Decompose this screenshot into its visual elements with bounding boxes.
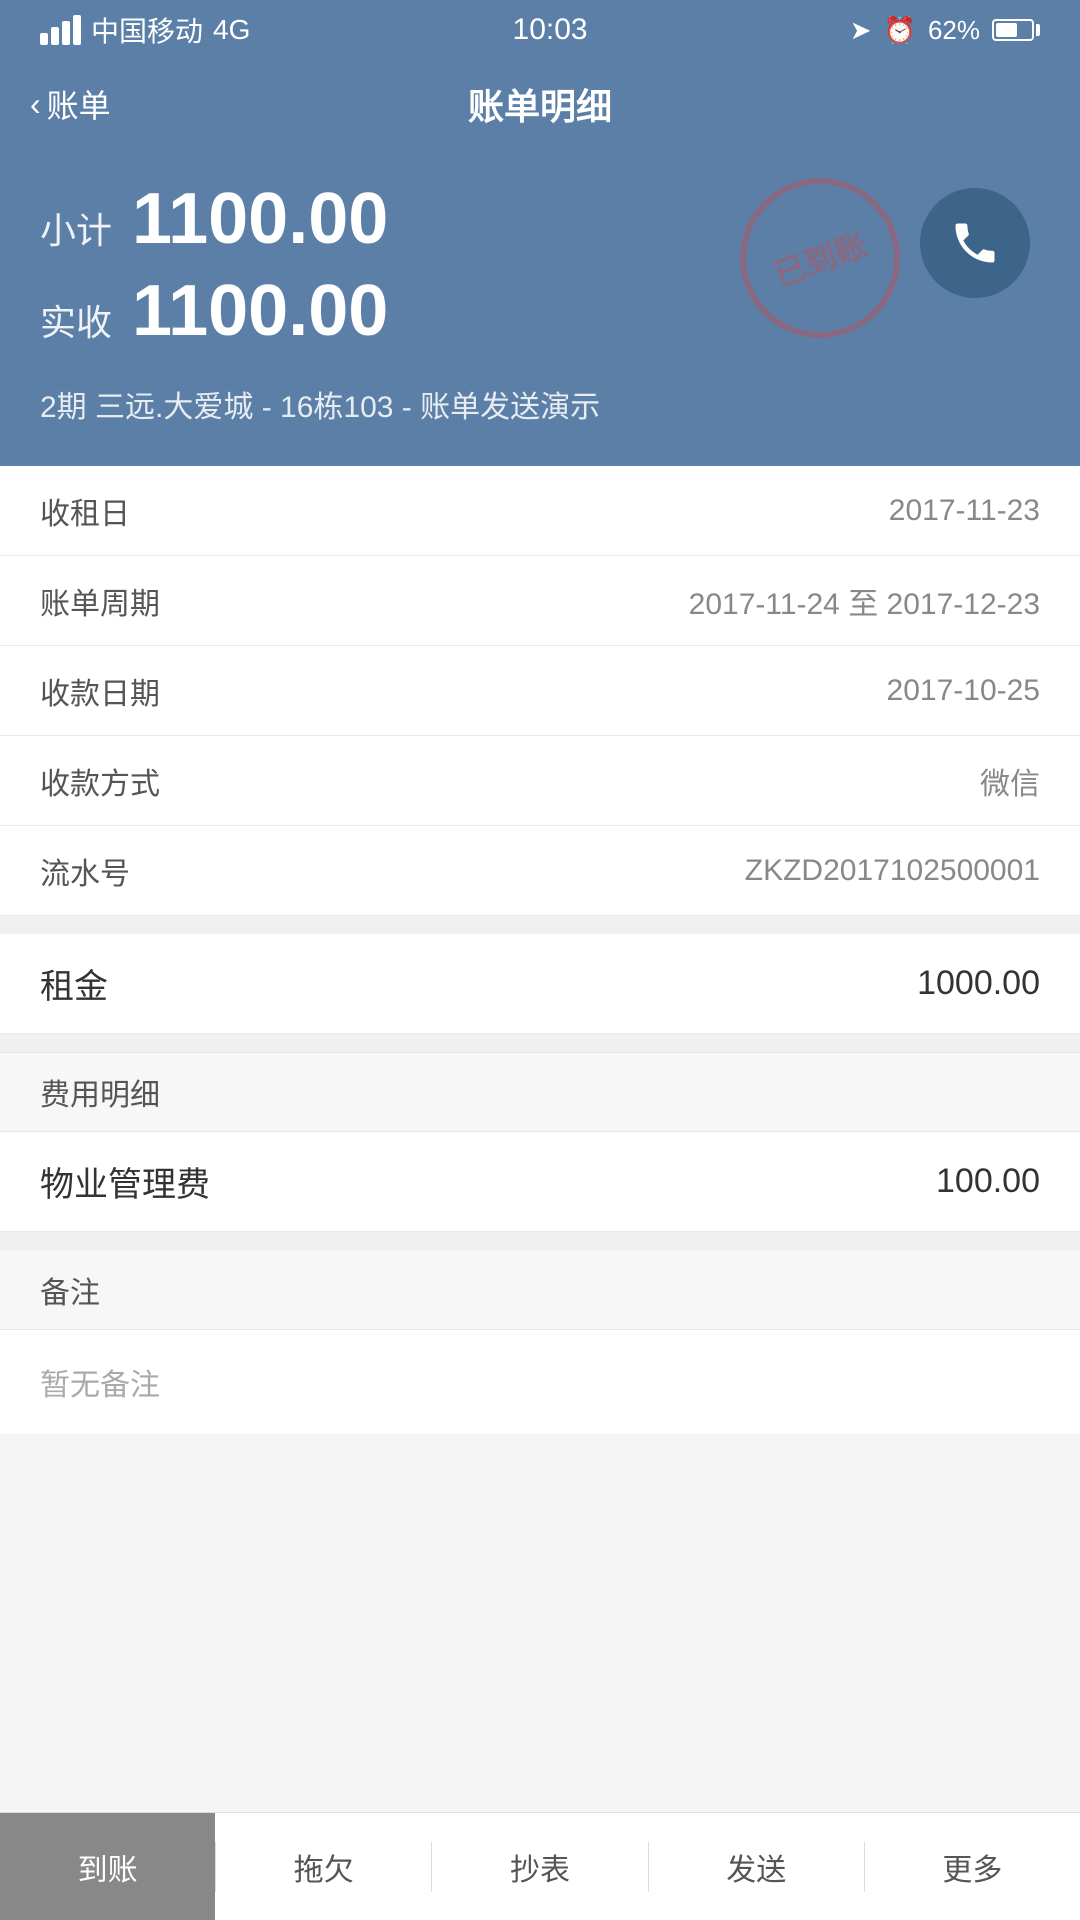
network-label: 4G xyxy=(213,14,250,46)
payment-date-value: 2017-10-25 xyxy=(887,674,1040,708)
back-label: 账单 xyxy=(47,81,111,127)
payment-method-value: 微信 xyxy=(980,759,1040,803)
status-left: 中国移动 4G xyxy=(40,10,250,50)
status-bar: 中国移动 4G 10:03 ➤ ⏰ 62% xyxy=(0,0,1080,60)
payment-date-label: 收款日期 xyxy=(40,669,160,713)
property-info: 2期 三远.大爱城 - 16栋103 - 账单发送演示 xyxy=(40,382,1040,426)
stamp-overlay: 已到账 xyxy=(740,178,900,338)
nav-bar: ‹ 账单 账单明细 xyxy=(0,60,1080,148)
back-button[interactable]: ‹ 账单 xyxy=(30,81,111,127)
fee-item-row-0: 物业管理费 100.00 xyxy=(0,1132,1080,1232)
detail-row-payment-method: 收款方式 微信 xyxy=(0,736,1080,826)
separator-1 xyxy=(0,916,1080,934)
remark-header: 备注 xyxy=(0,1250,1080,1330)
separator-3 xyxy=(0,1232,1080,1250)
detail-row-payment-date: 收款日期 2017-10-25 xyxy=(0,646,1080,736)
stamp-text: 已到账 xyxy=(717,155,922,360)
back-chevron-icon: ‹ xyxy=(30,86,41,123)
tab-overdue-label: 拖欠 xyxy=(294,1845,354,1889)
bottom-spacer xyxy=(0,1434,1080,1554)
tab-arrived[interactable]: 到账 xyxy=(0,1813,215,1920)
rent-date-label: 收租日 xyxy=(40,489,130,533)
tab-arrived-label: 到账 xyxy=(78,1845,138,1889)
page-title: 账单明细 xyxy=(468,78,612,130)
separator-2 xyxy=(0,1034,1080,1052)
signal-icon xyxy=(40,15,81,45)
rent-item-amount: 1000.00 xyxy=(917,964,1040,1003)
subtotal-label: 小计 xyxy=(40,202,112,254)
remark-section: 备注 暂无备注 xyxy=(0,1250,1080,1434)
tab-meter-label: 抄表 xyxy=(510,1845,570,1889)
fee-section-title: 费用明细 xyxy=(40,1070,160,1114)
battery-label: 62% xyxy=(928,15,980,46)
tab-more[interactable]: 更多 xyxy=(865,1813,1080,1920)
fee-section-header: 费用明细 xyxy=(0,1052,1080,1132)
phone-icon xyxy=(949,217,1001,269)
fee-item-amount-0: 100.00 xyxy=(936,1162,1040,1201)
serial-label: 流水号 xyxy=(40,849,130,893)
tab-overdue[interactable]: 拖欠 xyxy=(216,1813,431,1920)
header-section: 小计 1100.00 实收 1100.00 2期 三远.大爱城 - 16栋103… xyxy=(0,148,1080,466)
fee-items-section: 物业管理费 100.00 xyxy=(0,1132,1080,1232)
location-icon: ➤ xyxy=(850,15,872,46)
detail-section: 收租日 2017-11-23 账单周期 2017-11-24 至 2017-12… xyxy=(0,466,1080,916)
detail-row-period: 账单周期 2017-11-24 至 2017-12-23 xyxy=(0,556,1080,646)
tab-more-label: 更多 xyxy=(942,1845,1002,1889)
period-label: 账单周期 xyxy=(40,579,160,623)
subtotal-amount: 1100.00 xyxy=(132,178,388,260)
actual-amount: 1100.00 xyxy=(132,270,388,352)
carrier-label: 中国移动 xyxy=(91,10,203,50)
actual-label: 实收 xyxy=(40,294,112,346)
tab-meter[interactable]: 抄表 xyxy=(432,1813,647,1920)
rent-date-value: 2017-11-23 xyxy=(889,494,1040,528)
time-label: 10:03 xyxy=(513,13,588,47)
rent-section: 租金 1000.00 xyxy=(0,934,1080,1034)
alarm-icon: ⏰ xyxy=(884,15,916,46)
rent-item-label: 租金 xyxy=(40,959,108,1008)
serial-value: ZKZD2017102500001 xyxy=(745,854,1040,888)
status-right: ➤ ⏰ 62% xyxy=(850,15,1040,46)
detail-row-serial: 流水号 ZKZD2017102500001 xyxy=(0,826,1080,916)
remark-title: 备注 xyxy=(40,1268,100,1312)
tab-send[interactable]: 发送 xyxy=(649,1813,864,1920)
tab-send-label: 发送 xyxy=(726,1845,786,1889)
fee-item-label-0: 物业管理费 xyxy=(40,1157,210,1206)
tab-bar: 到账 拖欠 抄表 发送 更多 xyxy=(0,1812,1080,1920)
phone-button[interactable] xyxy=(920,188,1030,298)
battery-icon xyxy=(992,19,1040,41)
detail-row-rent-date: 收租日 2017-11-23 xyxy=(0,466,1080,556)
payment-method-label: 收款方式 xyxy=(40,759,160,803)
remark-content: 暂无备注 xyxy=(0,1330,1080,1434)
rent-item-row: 租金 1000.00 xyxy=(0,934,1080,1034)
period-value: 2017-11-24 至 2017-12-23 xyxy=(689,579,1040,623)
